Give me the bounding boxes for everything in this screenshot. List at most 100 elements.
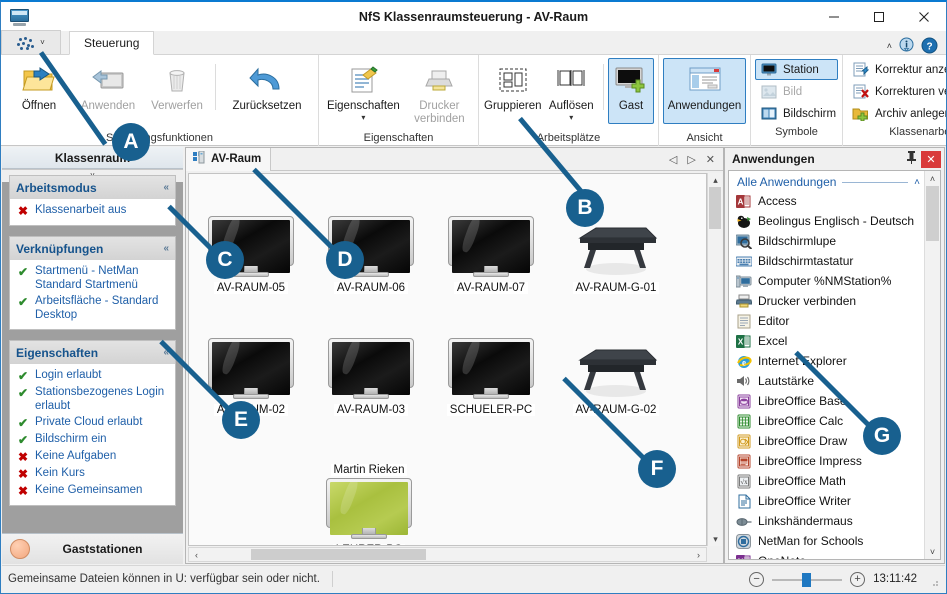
station-av-raum-03[interactable]: AV-RAUM-03 (321, 338, 421, 418)
left-panel-header[interactable]: Klassenraum (2, 147, 183, 169)
scroll-right-button[interactable]: › (691, 548, 706, 561)
minimize-button[interactable] (811, 2, 856, 31)
list-item[interactable]: LibreOffice Base (735, 391, 924, 411)
help-icon[interactable]: ? (921, 37, 938, 54)
scroll-thumb[interactable] (709, 187, 721, 229)
station-av-raum-g-01[interactable]: AV-RAUM-G-01 (561, 216, 671, 296)
applications-scrollbar[interactable]: ˄ ˅ (924, 171, 940, 559)
symbol-screen-button[interactable]: Bildschirm (755, 103, 838, 124)
reset-button[interactable]: Zurücksetzen (220, 58, 314, 124)
scroll-thumb[interactable] (251, 549, 426, 560)
ungroup-button[interactable]: Auflösen ▾ (544, 58, 600, 124)
group-button[interactable]: Gruppieren (483, 58, 543, 124)
list-item[interactable]: ✖ Klassenarbeit aus (15, 203, 170, 220)
applications-group-header[interactable]: Alle Anwendungen ˄ (729, 173, 924, 191)
list-item[interactable]: ✔ Arbeitsfläche - Standard Desktop (15, 294, 170, 324)
list-item[interactable]: Bildschirmtastatur (735, 251, 924, 271)
list-item[interactable]: Linkshändermaus (735, 511, 924, 531)
show-correction-button[interactable]: Korrektur anzeigen (847, 59, 946, 80)
chevron-up-icon[interactable]: ˄ (914, 177, 920, 188)
scroll-down-button[interactable]: ˅ (925, 544, 940, 559)
chevron-up-icon[interactable]: « (163, 182, 169, 193)
maximize-button[interactable] (856, 2, 901, 31)
guest-stations-button[interactable]: Gaststationen (2, 533, 183, 564)
list-item[interactable]: ✖ Keine Aufgaben (15, 449, 170, 466)
section-header[interactable]: Eigenschaften « (9, 340, 176, 364)
station-av-raum-07[interactable]: AV-RAUM-07 (441, 216, 541, 296)
close-icon[interactable]: ✕ (921, 150, 941, 168)
chevron-down-icon[interactable]: ▾ (361, 114, 365, 122)
resize-grip-icon[interactable] (929, 574, 939, 586)
guest-button[interactable]: Gast (608, 58, 654, 124)
list-item[interactable]: X Excel (735, 331, 924, 351)
list-item[interactable]: ✔ Login erlaubt (15, 368, 170, 385)
tab-steuerung[interactable]: Steuerung (69, 31, 155, 55)
scroll-thumb[interactable] (926, 186, 939, 241)
apply-button[interactable]: Anwenden (74, 58, 142, 124)
info-icon[interactable] (898, 37, 915, 54)
create-archive-button[interactable]: Archiv anlegen (847, 103, 946, 124)
list-item[interactable]: √x LibreOffice Math (735, 471, 924, 491)
list-item[interactable]: ✔ Private Cloud erlaubt (15, 415, 170, 432)
list-item[interactable]: Beolingus Englisch - Deutsch (735, 211, 924, 231)
pin-icon[interactable] (906, 151, 917, 167)
section-title: Eigenschaften (16, 345, 99, 360)
open-button[interactable]: Öffnen (5, 58, 73, 124)
scroll-down-button[interactable]: ▾ (708, 532, 723, 546)
list-item[interactable]: LibreOffice Impress (735, 451, 924, 471)
chevron-down-icon[interactable]: ▾ (569, 114, 573, 122)
symbol-station-button[interactable]: Station (755, 59, 838, 80)
list-item[interactable]: LibreOffice Draw (735, 431, 924, 451)
list-item[interactable]: ✔ Stationsbezogenes Login erlaubt (15, 385, 170, 415)
properties-button[interactable]: Eigenschaften ▾ (323, 58, 404, 124)
hide-corrections-button[interactable]: Korrekturen verbergen (847, 81, 946, 102)
zoom-in-button[interactable]: + (850, 571, 866, 587)
list-item[interactable]: e Internet Explorer (735, 351, 924, 371)
list-item[interactable]: ✖ Keine Gemeinsamen (15, 483, 170, 500)
list-item[interactable]: ✔ Startmenü - NetMan Standard Startmenü (15, 264, 170, 294)
station-schueler-pc[interactable]: SCHUELER-PC (441, 338, 541, 418)
connect-printer-button[interactable]: Drucker verbinden (405, 58, 474, 127)
document-tab-av-raum[interactable]: AV-Raum (186, 147, 272, 171)
list-item[interactable]: A Access (735, 191, 924, 211)
zoom-out-button[interactable]: − (749, 571, 765, 587)
close-button[interactable] (901, 2, 946, 31)
list-item[interactable]: Editor (735, 311, 924, 331)
list-item[interactable]: Computer %NMStation% (735, 271, 924, 291)
applications-button[interactable]: Anwendungen (663, 58, 746, 124)
list-item[interactable]: Lautstärke (735, 371, 924, 391)
canvas-vertical-scrollbar[interactable]: ▴ ▾ (707, 173, 722, 546)
section-header[interactable]: Arbeitsmodus « (9, 175, 176, 199)
list-item[interactable]: ✖ Kein Kurs (15, 466, 170, 483)
zoom-slider-handle[interactable] (802, 572, 812, 587)
chevron-up-icon[interactable]: « (163, 347, 169, 358)
list-item[interactable]: Drucker verbinden (735, 291, 924, 311)
collapse-ribbon-button[interactable]: ˄ (887, 41, 892, 51)
station-av-raum-g-02[interactable]: AV-RAUM-G-02 (561, 338, 671, 418)
list-item[interactable]: NetMan for Schools (735, 531, 924, 551)
scroll-up-button[interactable]: ▴ (708, 173, 723, 187)
room-canvas[interactable]: AV-RAUM-05 AV-RAUM-06 AV-RAUM-07 AV-RAUM… (188, 173, 707, 546)
station-av-raum-06[interactable]: AV-RAUM-06 (321, 216, 421, 296)
station-lehrer-pc[interactable]: Martin Rieken LEHRER-PC (319, 460, 419, 545)
canvas-horizontal-scrollbar[interactable]: ‹ › (188, 547, 707, 562)
next-tab-button[interactable]: ▷ (687, 153, 695, 166)
list-item[interactable]: Bildschirmlupe (735, 231, 924, 251)
list-item[interactable]: N OneNote (735, 551, 924, 559)
chevron-up-icon[interactable]: « (163, 243, 169, 254)
discard-button[interactable]: Verwerfen (143, 58, 211, 124)
section-header[interactable]: Verknüpfungen « (9, 236, 176, 260)
scroll-left-button[interactable]: ‹ (189, 548, 204, 561)
zoom-slider[interactable] (772, 572, 843, 587)
station-av-raum-05[interactable]: AV-RAUM-05 (201, 216, 301, 296)
scroll-up-button[interactable]: ˄ (925, 171, 940, 186)
ribbon-group-steuerungsfunktionen: Öffnen Anwenden Verwerfen Zurücksetzen S… (1, 55, 319, 146)
station-av-raum-02[interactable]: AV-RAUM-02 (201, 338, 301, 418)
list-item[interactable]: ✔ Bildschirm ein (15, 432, 170, 449)
app-menu-button[interactable]: ˅ (1, 30, 61, 54)
prev-tab-button[interactable]: ◁ (669, 153, 677, 166)
list-item[interactable]: LibreOffice Writer (735, 491, 924, 511)
close-tab-button[interactable]: ✕ (706, 153, 715, 166)
list-item[interactable]: LibreOffice Calc (735, 411, 924, 431)
symbol-picture-button[interactable]: Bild (755, 81, 838, 102)
